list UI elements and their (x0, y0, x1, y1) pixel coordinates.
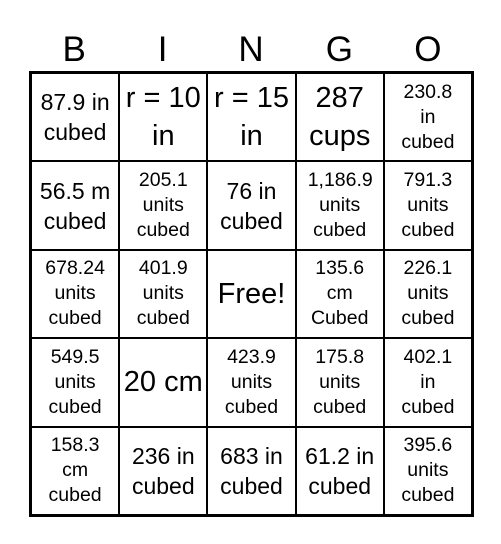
cell-text: 56.5 m cubed (39, 177, 111, 234)
cell-text: 61.2 in cubed (305, 442, 375, 499)
bingo-cell[interactable]: r = 15 in (207, 73, 296, 162)
cell-text: 175.8 units cubed (313, 345, 367, 418)
bingo-cell[interactable]: 158.3 cm cubed (31, 426, 120, 515)
header-letter-g: G (325, 30, 354, 69)
cell-text: 678.24 units cubed (45, 257, 105, 330)
cell-text: 549.5 units cubed (48, 345, 102, 418)
header-letter-o: O (414, 30, 442, 69)
bingo-cell[interactable]: 287 cups (295, 73, 384, 162)
bingo-cell[interactable]: 678.24 units cubed (31, 249, 120, 339)
bingo-cell[interactable]: 76 in cubed (207, 161, 296, 250)
cell-text: r = 10 in (125, 82, 201, 153)
cell-text: 1,186.9 units cubed (307, 169, 373, 242)
bingo-cell[interactable]: 61.2 in cubed (295, 426, 384, 515)
bingo-cell[interactable]: 205.1 units cubed (119, 161, 208, 250)
cell-text: 87.9 in cubed (40, 89, 110, 146)
cell-text: 791.3 units cubed (401, 169, 455, 242)
bingo-cell[interactable]: 236 in cubed (119, 426, 208, 515)
bingo-cell[interactable]: 1,186.9 units cubed (295, 161, 384, 250)
header-letter-b: B (62, 30, 86, 69)
cell-text: 402.1 in cubed (401, 345, 455, 418)
cell-text: 205.1 units cubed (136, 169, 190, 242)
cell-text: 287 cups (309, 82, 371, 153)
bingo-cell[interactable]: 175.8 units cubed (295, 338, 384, 427)
cell-text: 236 in cubed (131, 442, 195, 499)
cell-text: Free! (217, 277, 286, 310)
bingo-cell[interactable]: 549.5 units cubed (31, 338, 120, 427)
cell-text: 158.3 cm cubed (48, 434, 102, 507)
header-letter-n: N (238, 30, 264, 69)
bingo-cell[interactable]: r = 10 in (119, 73, 208, 162)
bingo-cell[interactable]: 20 cm (119, 338, 208, 427)
bingo-cell[interactable]: 135.6 cm Cubed (295, 249, 384, 339)
cell-text: 76 in cubed (220, 177, 283, 234)
header-letter-i: I (157, 30, 168, 69)
cell-text: 395.6 units cubed (401, 434, 455, 507)
free-space-cell[interactable]: Free! (207, 249, 296, 339)
cell-text: 226.1 units cubed (401, 257, 455, 330)
bingo-cell[interactable]: 401.9 units cubed (119, 249, 208, 339)
cell-text: 230.8 in cubed (401, 80, 455, 153)
bingo-cell[interactable]: 683 in cubed (207, 426, 296, 515)
bingo-cell[interactable]: 226.1 units cubed (383, 249, 472, 339)
bingo-header: B I N G O (30, 30, 472, 70)
bingo-cell[interactable]: 402.1 in cubed (383, 338, 472, 427)
bingo-cell[interactable]: 230.8 in cubed (383, 73, 472, 162)
cell-text: 20 cm (123, 366, 203, 399)
cell-text: 423.9 units cubed (224, 345, 279, 418)
bingo-grid: 87.9 in cubed r = 10 in r = 15 in 287 cups 2… (29, 71, 474, 517)
bingo-cell[interactable]: 791.3 units cubed (383, 161, 472, 250)
bingo-cell[interactable]: 56.5 m cubed (31, 161, 120, 250)
bingo-cell[interactable]: 87.9 in cubed (31, 73, 120, 162)
cell-text: r = 15 in (214, 82, 289, 153)
cell-text: 401.9 units cubed (136, 257, 190, 330)
bingo-cell[interactable]: 423.9 units cubed (207, 338, 296, 427)
cell-text: 683 in cubed (220, 442, 283, 499)
bingo-cell[interactable]: 395.6 units cubed (383, 426, 472, 515)
cell-text: 135.6 cm Cubed (310, 257, 369, 330)
